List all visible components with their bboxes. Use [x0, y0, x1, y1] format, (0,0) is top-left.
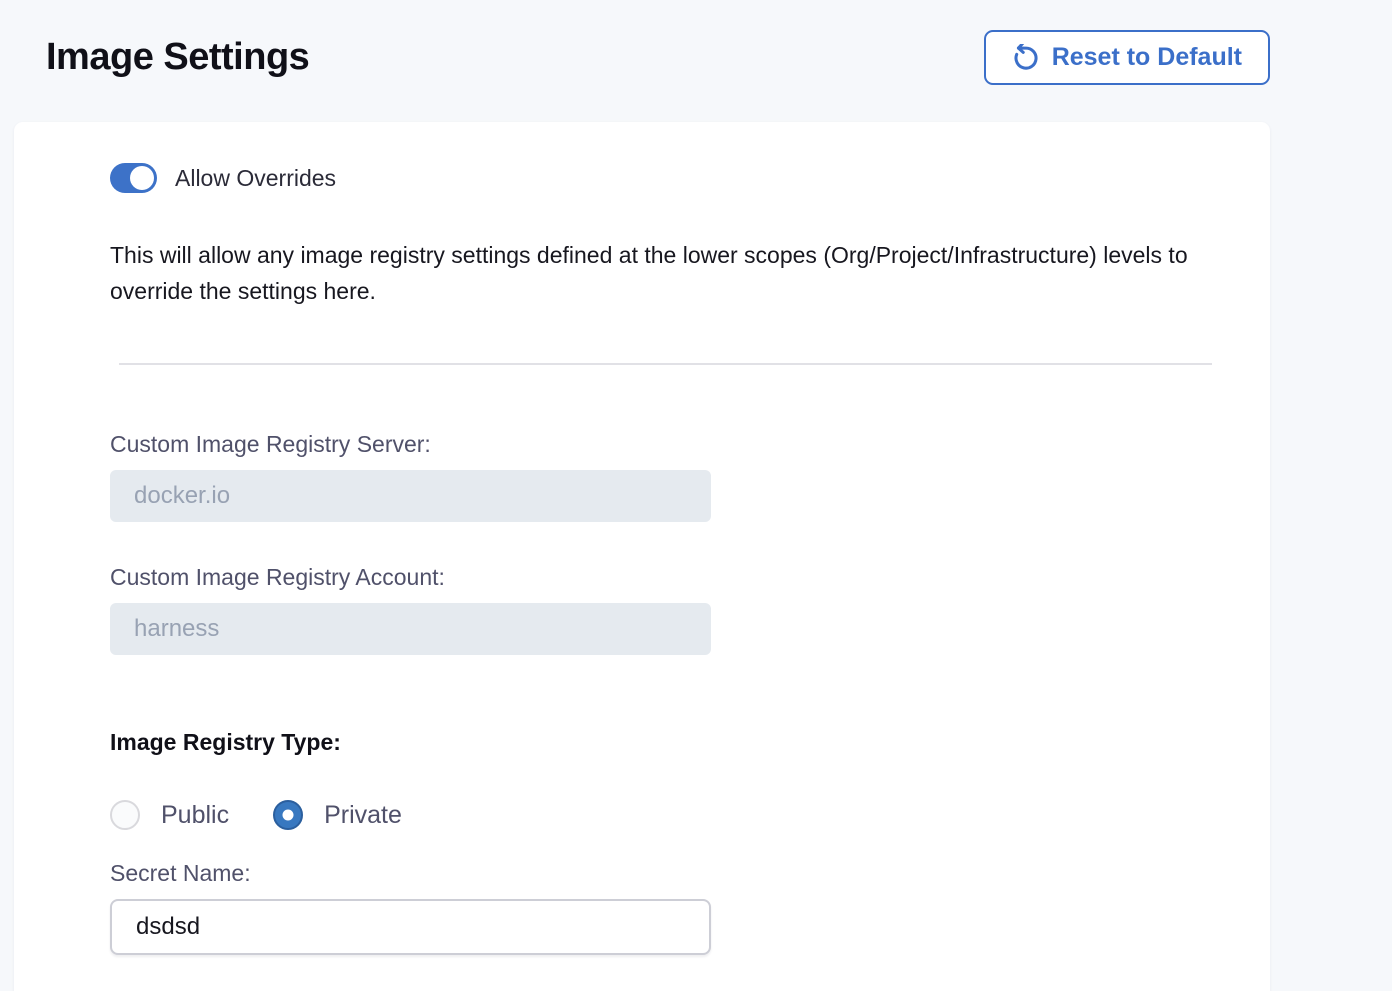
allow-overrides-label: Allow Overrides	[175, 165, 336, 192]
registry-type-label: Image Registry Type:	[110, 729, 1212, 756]
secret-name-input[interactable]	[110, 899, 711, 955]
registry-server-input[interactable]	[110, 470, 711, 522]
page-title: Image Settings	[46, 36, 309, 79]
image-settings-card: Allow Overrides This will allow any imag…	[14, 122, 1270, 991]
registry-account-input[interactable]	[110, 603, 711, 655]
registry-server-label: Custom Image Registry Server:	[110, 431, 1212, 458]
allow-overrides-row: Allow Overrides	[110, 163, 1212, 193]
radio-public-label: Public	[161, 801, 229, 830]
secret-name-label: Secret Name:	[110, 860, 1212, 887]
registry-account-label: Custom Image Registry Account:	[110, 564, 1212, 591]
reset-button-label: Reset to Default	[1052, 43, 1242, 72]
registry-type-options: Public Private	[110, 800, 1212, 830]
toggle-knob	[130, 166, 154, 190]
radio-private-label: Private	[324, 801, 402, 830]
overrides-description: This will allow any image registry setti…	[110, 237, 1212, 309]
radio-public-icon	[110, 800, 140, 830]
allow-overrides-toggle[interactable]	[110, 163, 157, 193]
page-header: Image Settings Reset to Default	[0, 0, 1392, 85]
radio-option-private[interactable]: Private	[273, 800, 402, 830]
section-divider	[119, 363, 1212, 365]
radio-private-icon	[273, 800, 303, 830]
reset-to-default-button[interactable]: Reset to Default	[984, 30, 1270, 85]
radio-option-public[interactable]: Public	[110, 800, 229, 830]
reset-icon	[1012, 44, 1040, 72]
